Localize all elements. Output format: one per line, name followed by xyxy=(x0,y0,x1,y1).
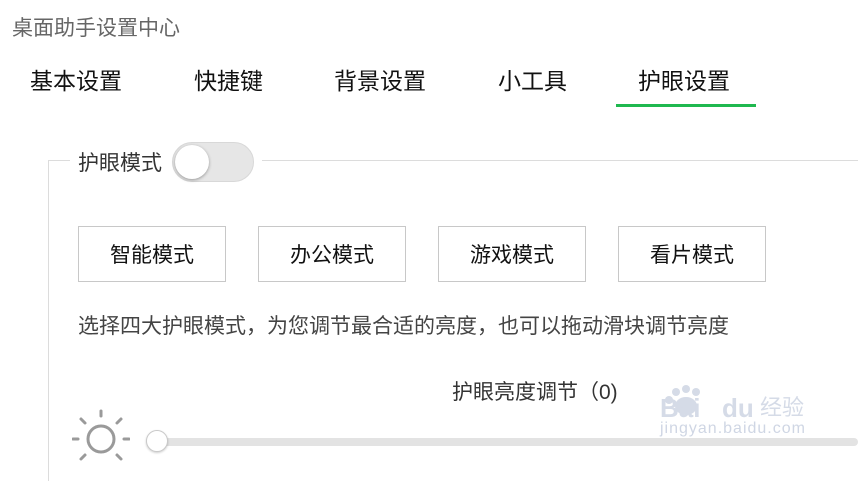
office-mode-button[interactable]: 办公模式 xyxy=(258,226,406,282)
svg-text:Bai: Bai xyxy=(660,393,700,420)
baidu-watermark-logo: Bai du 经验 xyxy=(660,385,804,420)
smart-mode-button[interactable]: 智能模式 xyxy=(78,226,226,282)
sun-icon xyxy=(72,409,130,461)
svg-text:du: du xyxy=(722,393,754,420)
tab-eye-care-settings[interactable]: 护眼设置 xyxy=(638,62,730,96)
svg-text:经验: 经验 xyxy=(760,396,804,420)
movie-mode-button[interactable]: 看片模式 xyxy=(618,226,766,282)
tab-background-settings[interactable]: 背景设置 xyxy=(334,62,426,96)
brightness-slider-thumb[interactable] xyxy=(146,430,168,452)
watermark-url: jingyan.baidu.com xyxy=(660,420,806,437)
eye-mode-toggle[interactable] xyxy=(172,142,254,182)
game-mode-button[interactable]: 游戏模式 xyxy=(438,226,586,282)
eye-mode-header: 护眼模式 xyxy=(70,142,262,182)
eye-mode-label: 护眼模式 xyxy=(78,152,162,175)
tab-basic-settings[interactable]: 基本设置 xyxy=(30,62,122,96)
toggle-knob xyxy=(175,145,209,179)
window-title: 桌面助手设置中心 xyxy=(12,17,180,40)
tab-widgets[interactable]: 小工具 xyxy=(498,62,567,96)
tab-bar: 基本设置 快捷键 背景设置 小工具 护眼设置 xyxy=(0,62,858,114)
brightness-label: 护眼亮度调节（0) xyxy=(452,381,618,404)
tab-shortcuts[interactable]: 快捷键 xyxy=(194,62,263,96)
eye-mode-description: 选择四大护眼模式，为您调节最合适的亮度，也可以拖动滑块调节亮度 xyxy=(78,315,729,338)
brightness-slider-track[interactable] xyxy=(156,438,858,446)
active-tab-indicator xyxy=(616,104,756,107)
